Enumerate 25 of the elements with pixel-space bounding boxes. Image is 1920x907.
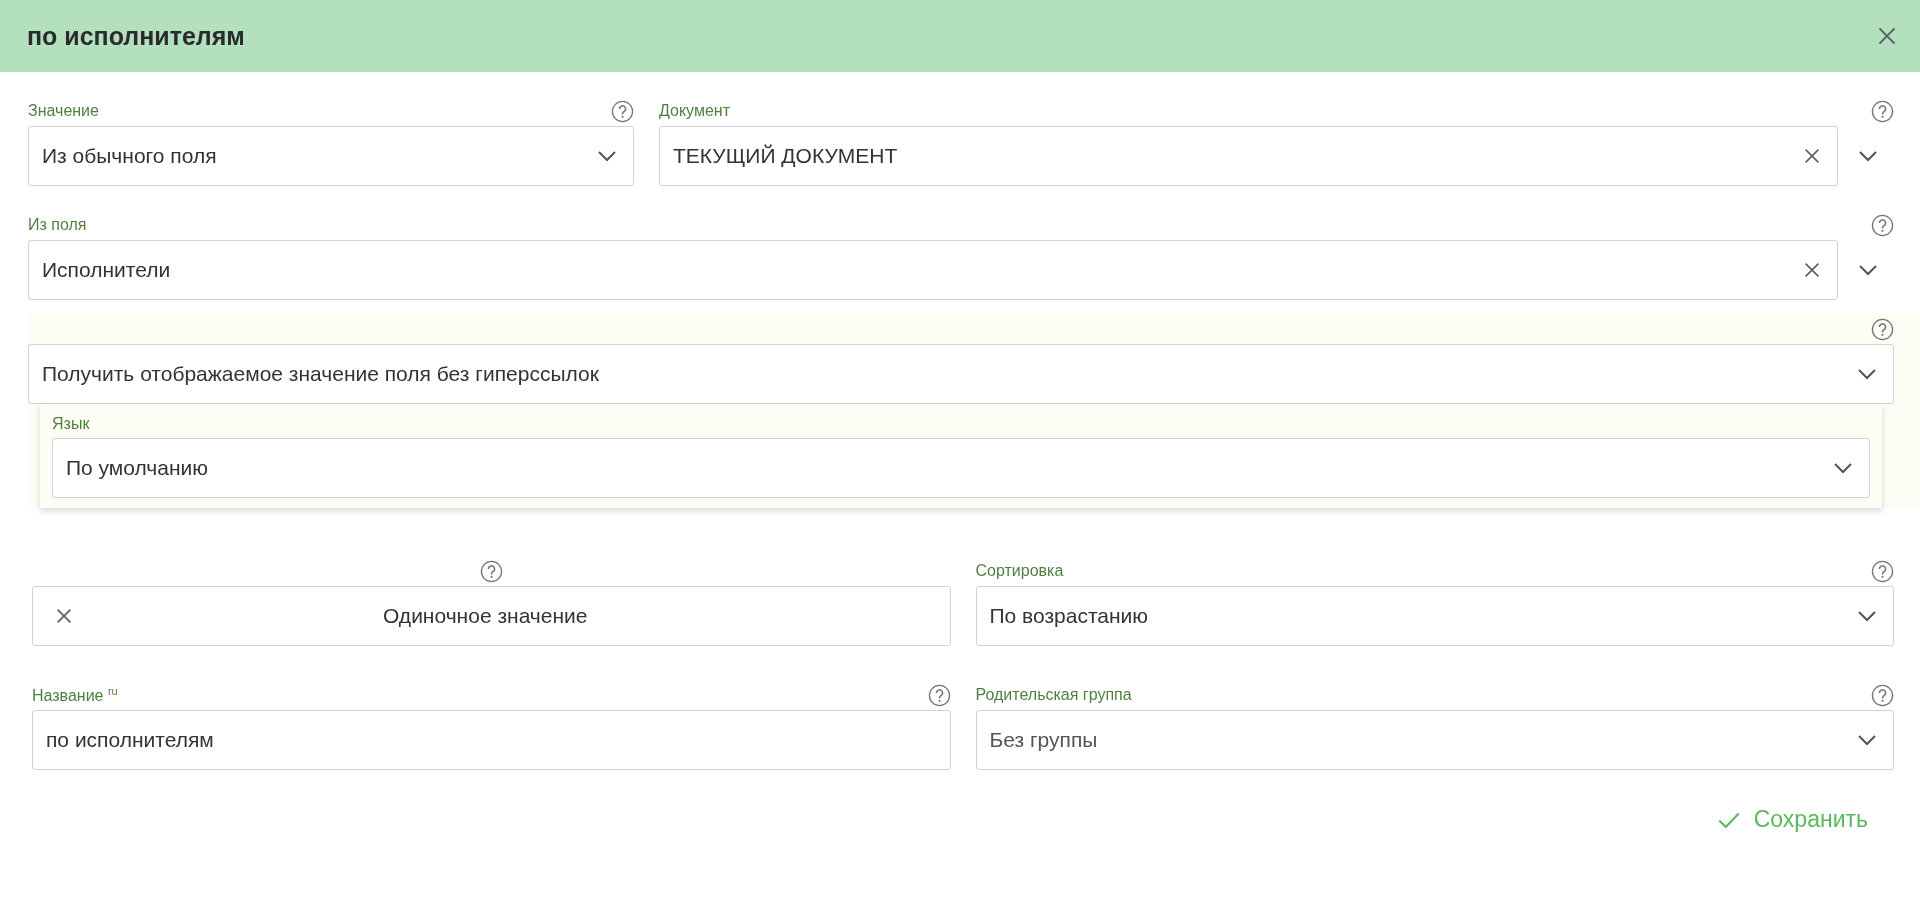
field-label: Родительская группа xyxy=(975,686,1132,704)
value-select[interactable]: Из обычного поля xyxy=(28,126,634,186)
help-icon[interactable] xyxy=(1871,317,1894,341)
document-field[interactable]: ТЕКУЩИЙ ДОКУМЕНТ xyxy=(659,126,1838,186)
field-label: Из поля xyxy=(28,216,87,234)
parent-group-select[interactable]: Без группы xyxy=(975,710,1894,770)
field-label: Название $^{ru}$ xyxy=(32,684,118,706)
source-field[interactable]: Исполнители xyxy=(28,240,1838,300)
field-label: Язык xyxy=(52,414,91,434)
name-input[interactable]: по исполнителям xyxy=(32,710,951,770)
dialog-title: по исполнителям xyxy=(27,21,245,51)
sorting-select[interactable]: По возрастанию xyxy=(975,586,1894,646)
help-icon[interactable] xyxy=(1871,99,1894,123)
field-label: Значение xyxy=(28,102,99,120)
multiplicity-toggle[interactable]: Одиночное значение xyxy=(32,586,951,646)
help-icon[interactable] xyxy=(1871,559,1894,583)
help-icon[interactable] xyxy=(1871,213,1894,237)
language-select[interactable]: По умолчанию xyxy=(52,438,1870,498)
help-icon[interactable] xyxy=(611,99,634,123)
help-icon[interactable] xyxy=(1871,683,1894,707)
help-icon[interactable] xyxy=(927,683,951,707)
field-label: Документ xyxy=(659,102,730,120)
field-label: Сортировка xyxy=(975,562,1064,580)
help-icon[interactable] xyxy=(479,559,503,583)
mode-select[interactable]: Получить отображаемое значение поля без гиперссылок xyxy=(28,344,1894,404)
